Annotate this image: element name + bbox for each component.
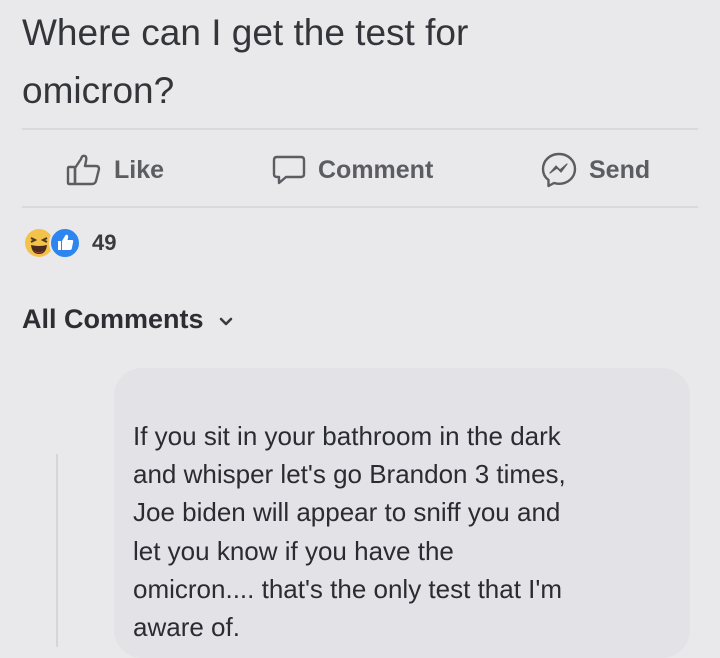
like-button[interactable]: Like bbox=[66, 152, 164, 188]
send-button[interactable]: Send bbox=[541, 152, 650, 188]
comment-thread-line bbox=[56, 454, 58, 647]
like-label: Like bbox=[114, 155, 165, 184]
comment-label: Comment bbox=[318, 155, 434, 184]
thumbs-up-icon bbox=[66, 153, 102, 187]
comment-icon bbox=[272, 154, 306, 186]
messenger-icon bbox=[541, 152, 577, 188]
all-comments-dropdown[interactable]: All Comments bbox=[22, 304, 234, 335]
chevron-down-icon bbox=[218, 304, 234, 335]
reactions-summary[interactable]: 49 bbox=[24, 226, 116, 260]
divider-top bbox=[22, 128, 698, 130]
post-text: Where can I get the test for omicron? bbox=[22, 12, 469, 111]
post-actions-bar: Like Comment Send bbox=[0, 140, 720, 200]
comment-text: If you sit in your bathroom in the dark … bbox=[133, 421, 566, 643]
all-comments-label: All Comments bbox=[22, 304, 204, 334]
comment-button[interactable]: Comment bbox=[272, 152, 433, 188]
send-label: Send bbox=[589, 155, 651, 184]
reaction-icons bbox=[24, 226, 84, 260]
like-reaction-icon bbox=[49, 227, 81, 259]
reaction-count: 49 bbox=[92, 230, 117, 255]
divider-bottom bbox=[22, 206, 698, 208]
